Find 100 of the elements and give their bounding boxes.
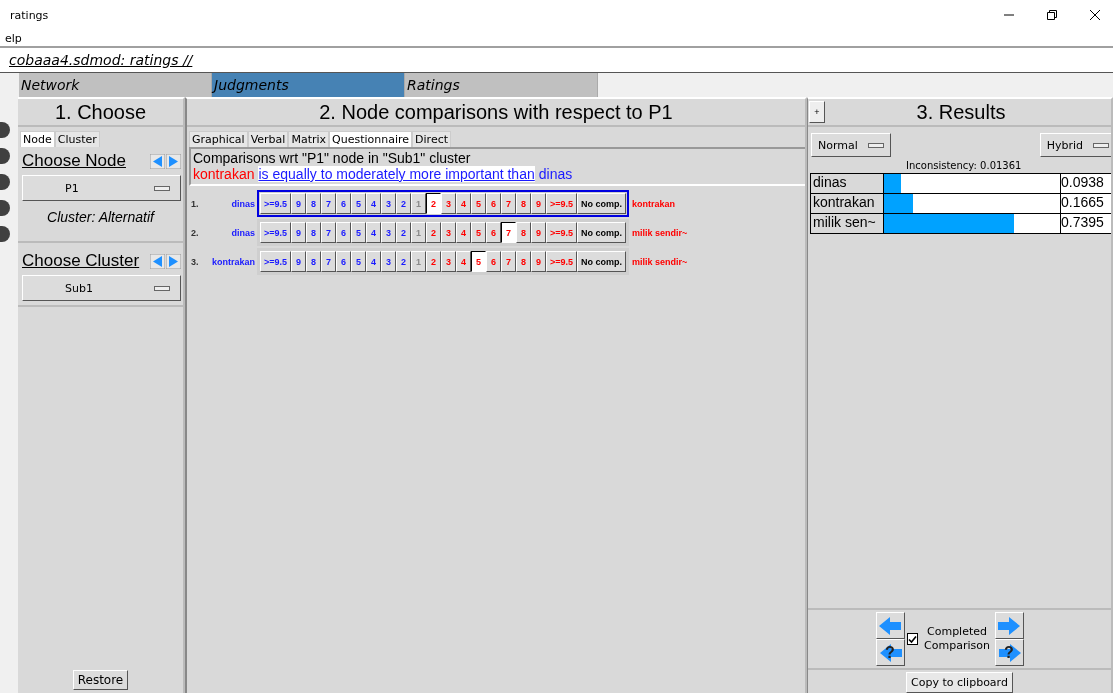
previous-arrow-icon[interactable] bbox=[150, 153, 165, 169]
scale-option[interactable]: 6 bbox=[336, 193, 352, 214]
side-button[interactable] bbox=[0, 148, 10, 164]
scale-option[interactable]: 4 bbox=[456, 251, 472, 272]
copy-button[interactable]: Copy to clipboard bbox=[906, 672, 1013, 693]
inconsistency-label: Inconsistency: 0.01361 bbox=[905, 159, 1023, 173]
scale-option[interactable]: 2 bbox=[426, 251, 442, 272]
scale-option[interactable]: 8 bbox=[516, 222, 532, 243]
scale-option[interactable]: No comp. bbox=[577, 222, 627, 243]
scale-option[interactable]: 5 bbox=[351, 193, 367, 214]
scale-option[interactable]: 7 bbox=[501, 222, 517, 243]
scale-option[interactable]: 3 bbox=[381, 251, 397, 272]
scale-option[interactable]: 7 bbox=[501, 193, 517, 214]
scale-option[interactable]: 8 bbox=[306, 193, 322, 214]
main-tab[interactable]: Judgments bbox=[212, 73, 405, 97]
scale-option[interactable]: 6 bbox=[486, 251, 502, 272]
right-node-label: milik sendir~ bbox=[631, 256, 688, 267]
next-button[interactable] bbox=[994, 612, 1024, 639]
next-arrow-icon[interactable] bbox=[166, 153, 181, 169]
scale-option[interactable]: >=9.5 bbox=[260, 193, 292, 214]
sub-tab[interactable]: Node bbox=[20, 131, 55, 147]
previous-arrow-icon[interactable] bbox=[150, 253, 165, 269]
scale-option[interactable]: 2 bbox=[396, 222, 412, 243]
main-tab[interactable]: Network bbox=[19, 73, 212, 97]
scale-option[interactable]: 3 bbox=[381, 193, 397, 214]
scale-option[interactable]: 9 bbox=[291, 251, 307, 272]
normal-dropdown[interactable]: Normal bbox=[811, 133, 891, 157]
previous-help-button[interactable]: ? bbox=[875, 639, 905, 666]
scale-option[interactable]: 2 bbox=[396, 193, 412, 214]
previous-button[interactable] bbox=[875, 612, 905, 639]
side-button[interactable] bbox=[0, 200, 10, 216]
row-number: 3. bbox=[191, 256, 200, 267]
expand-button[interactable]: + bbox=[809, 101, 825, 123]
scale-option[interactable]: >=9.5 bbox=[260, 251, 292, 272]
scale-option[interactable]: 2 bbox=[396, 251, 412, 272]
scale-option[interactable]: 6 bbox=[336, 222, 352, 243]
menu-item[interactable]: elp bbox=[0, 31, 22, 45]
scale-option[interactable]: 9 bbox=[531, 222, 547, 243]
cluster-label: Cluster: Alternatif bbox=[46, 208, 156, 227]
scale-option[interactable]: 3 bbox=[441, 193, 457, 214]
scale-option[interactable]: 4 bbox=[366, 222, 382, 243]
scale-option[interactable]: 3 bbox=[441, 222, 457, 243]
view-tab[interactable]: Matrix bbox=[288, 131, 330, 147]
scale-option[interactable]: 8 bbox=[516, 193, 532, 214]
scale-option[interactable]: >=9.5 bbox=[546, 222, 578, 243]
scale-option[interactable]: >=9.5 bbox=[546, 193, 578, 214]
left-node-label: dinas bbox=[230, 227, 256, 238]
scale-option[interactable]: 9 bbox=[531, 193, 547, 214]
view-tab[interactable]: Graphical bbox=[189, 131, 248, 147]
panel-title: 2. Node comparisons with respect to P1 bbox=[187, 99, 805, 127]
view-tab[interactable]: Direct bbox=[412, 131, 451, 147]
side-button[interactable] bbox=[0, 226, 10, 242]
scale-option[interactable]: 6 bbox=[486, 222, 502, 243]
completed-checkbox[interactable] bbox=[906, 633, 918, 645]
scale-option[interactable]: 7 bbox=[501, 251, 517, 272]
scale-option[interactable]: No comp. bbox=[577, 193, 627, 214]
scale-option[interactable]: 6 bbox=[336, 251, 352, 272]
scale-option[interactable]: 4 bbox=[366, 251, 382, 272]
close-icon[interactable] bbox=[1089, 9, 1101, 21]
scale-option[interactable]: 2 bbox=[426, 193, 442, 214]
scale-option[interactable]: 6 bbox=[486, 193, 502, 214]
view-tab[interactable]: Verbal bbox=[247, 131, 289, 147]
verdict-phrase: is equally to moderately more important than bbox=[258, 166, 535, 182]
scale-option[interactable]: 4 bbox=[456, 193, 472, 214]
scale-option[interactable]: 8 bbox=[516, 251, 532, 272]
scale-option[interactable]: 7 bbox=[321, 222, 337, 243]
node-dropdown[interactable]: P1 bbox=[22, 175, 181, 201]
scale-option[interactable]: 5 bbox=[351, 222, 367, 243]
left-node-label: dinas bbox=[230, 198, 256, 209]
scale-option[interactable]: No comp. bbox=[577, 251, 627, 272]
scale-option[interactable]: >=9.5 bbox=[260, 222, 292, 243]
cluster-dropdown[interactable]: Sub1 bbox=[22, 275, 181, 301]
restore-button[interactable]: Restore bbox=[72, 670, 129, 690]
scale-option[interactable]: 4 bbox=[366, 193, 382, 214]
restore-icon[interactable] bbox=[1046, 9, 1058, 21]
sub-tab[interactable]: Cluster bbox=[54, 131, 100, 147]
scale-option[interactable]: 9 bbox=[291, 222, 307, 243]
scale-option[interactable]: 4 bbox=[456, 222, 472, 243]
scale-option[interactable]: 5 bbox=[471, 222, 487, 243]
verdict-object: dinas bbox=[538, 166, 573, 182]
scale-option[interactable]: 7 bbox=[321, 251, 337, 272]
hybrid-dropdown[interactable]: Hybrid bbox=[1039, 133, 1111, 157]
scale-option[interactable]: 2 bbox=[426, 222, 442, 243]
scale-option[interactable]: 3 bbox=[441, 251, 457, 272]
scale-option[interactable]: 9 bbox=[291, 193, 307, 214]
choose-node-heading: Choose Node bbox=[22, 151, 126, 171]
scale-option[interactable]: 7 bbox=[321, 193, 337, 214]
scale-option[interactable]: 8 bbox=[306, 251, 322, 272]
side-button[interactable] bbox=[0, 122, 10, 138]
scale-option[interactable]: 9 bbox=[531, 251, 547, 272]
next-arrow-icon[interactable] bbox=[166, 253, 181, 269]
side-button[interactable] bbox=[0, 174, 10, 190]
scale-option[interactable]: 5 bbox=[471, 193, 487, 214]
scale-option[interactable]: 8 bbox=[306, 222, 322, 243]
view-tab[interactable]: Questionnaire bbox=[329, 131, 413, 147]
scale-option[interactable]: >=9.5 bbox=[546, 251, 578, 272]
scale-option[interactable]: 3 bbox=[381, 222, 397, 243]
scale-option[interactable]: 5 bbox=[471, 251, 487, 272]
main-tab[interactable]: Ratings bbox=[405, 73, 598, 97]
scale-option[interactable]: 5 bbox=[351, 251, 367, 272]
